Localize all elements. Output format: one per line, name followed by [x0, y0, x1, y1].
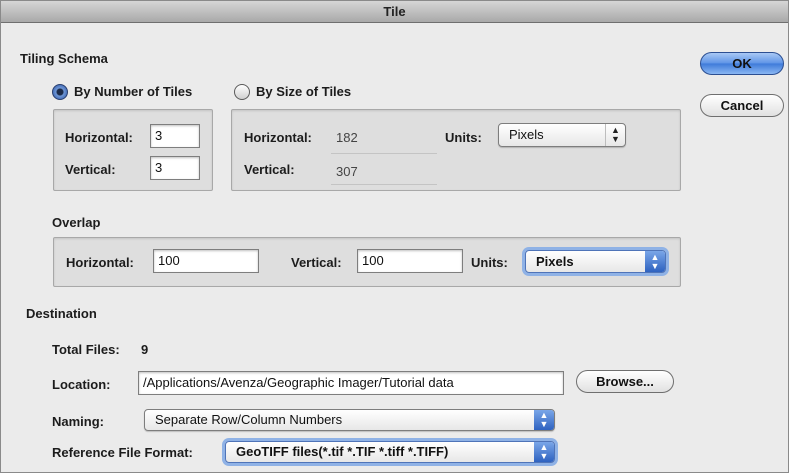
total-files-label: Total Files: [52, 342, 120, 357]
number-horizontal-input[interactable]: 3 [150, 124, 200, 148]
naming-value: Separate Row/Column Numbers [155, 412, 343, 427]
by-number-label[interactable]: By Number of Tiles [74, 84, 192, 99]
overlap-horizontal-label: Horizontal: [66, 255, 134, 270]
cancel-button[interactable]: Cancel [700, 94, 784, 117]
overlap-heading: Overlap [52, 215, 101, 230]
window-title: Tile [1, 1, 788, 23]
location-label: Location: [52, 377, 111, 392]
total-files-value: 9 [141, 342, 149, 357]
overlap-units-select[interactable]: Pixels ▲ ▼ [525, 250, 666, 273]
number-horizontal-label: Horizontal: [65, 130, 133, 145]
tile-dialog: Tile Tiling Schema By Number of Tiles By… [0, 0, 789, 473]
size-units-label: Units: [445, 130, 482, 145]
ref-format-label: Reference File Format: [52, 445, 193, 460]
ok-button[interactable]: OK [700, 52, 784, 75]
updown-arrows-icon: ▲ ▼ [645, 251, 665, 272]
browse-button[interactable]: Browse... [576, 370, 674, 393]
updown-arrows-icon: ▲ ▼ [534, 442, 554, 462]
size-vertical-underline [331, 184, 437, 185]
size-horizontal-value: 182 [336, 130, 358, 145]
ref-format-value: GeoTIFF files(*.tif *.TIF *.tiff *.TIFF) [236, 444, 449, 459]
by-size-label[interactable]: By Size of Tiles [256, 84, 351, 99]
overlap-vertical-label: Vertical: [291, 255, 342, 270]
overlap-units-label: Units: [471, 255, 508, 270]
location-input[interactable]: /Applications/Avenza/Geographic Imager/T… [138, 371, 564, 395]
number-vertical-label: Vertical: [65, 162, 116, 177]
ref-format-select[interactable]: GeoTIFF files(*.tif *.TIF *.tiff *.TIFF)… [225, 441, 555, 463]
updown-arrows-icon: ▲ ▼ [534, 410, 554, 430]
overlap-vertical-input[interactable]: 100 [357, 249, 463, 273]
size-units-value: Pixels [509, 127, 544, 142]
size-units-select[interactable]: Pixels ▲ ▼ [498, 123, 626, 147]
destination-heading: Destination [26, 306, 97, 321]
overlap-units-value: Pixels [536, 254, 574, 269]
number-vertical-input[interactable]: 3 [150, 156, 200, 180]
by-size-group [231, 109, 681, 191]
tiling-schema-heading: Tiling Schema [20, 51, 108, 66]
naming-select[interactable]: Separate Row/Column Numbers ▲ ▼ [144, 409, 555, 431]
size-vertical-label: Vertical: [244, 162, 295, 177]
by-number-radio[interactable] [52, 84, 68, 100]
by-size-radio[interactable] [234, 84, 250, 100]
size-horizontal-underline [331, 153, 437, 154]
overlap-horizontal-input[interactable]: 100 [153, 249, 259, 273]
size-vertical-value: 307 [336, 164, 358, 179]
updown-arrows-icon: ▲ ▼ [605, 124, 625, 146]
size-horizontal-label: Horizontal: [244, 130, 312, 145]
naming-label: Naming: [52, 414, 104, 429]
